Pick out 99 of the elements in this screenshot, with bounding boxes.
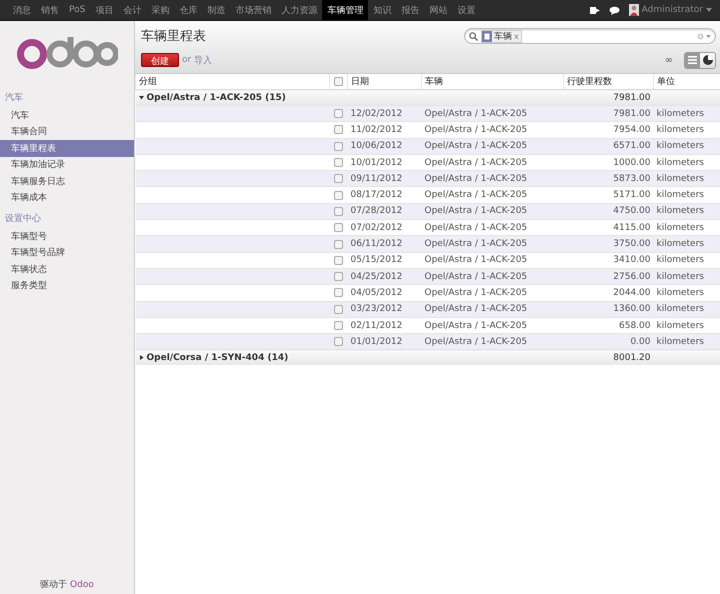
sidebar-item[interactable]: 车辆状态 [0,261,134,278]
facet-label: 车辆 [494,30,512,42]
table-cell: Opel/Astra / 1-ACK-205 [422,236,564,252]
avatar-icon [628,4,639,16]
table-cell: 06/11/2012 [348,236,422,252]
menu-tab[interactable]: 人力资源 [276,0,322,20]
row-checkbox[interactable] [334,109,343,118]
sidebar-item[interactable]: 车辆型号 [0,228,134,244]
row-checkbox[interactable] [334,272,343,282]
table-cell: Opel/Astra / 1-ACK-205 [422,170,564,187]
sidebar-section-title: 汽车 [4,92,24,105]
sidebar-item[interactable]: 车辆合同 [0,124,134,140]
group-total: 8001.20 [564,350,654,366]
table-cell: 0.00 [564,334,654,350]
or-text: or [182,55,192,65]
table-cell: 09/11/2012 [348,170,422,187]
table-cell: kilometers [654,170,720,187]
menu-tab[interactable]: 知识 [368,0,396,20]
row-checkbox[interactable] [334,304,343,314]
row-checkbox[interactable] [334,190,343,200]
menu-tab[interactable]: PoS [64,0,90,20]
table-cell: 4750.00 [564,203,654,220]
filter-icon [482,30,492,42]
menu-tab[interactable]: 项目 [90,0,118,20]
user-menu[interactable]: Administrator [642,5,703,15]
table-cell: Opel/Astra / 1-ACK-205 [422,106,564,122]
menu-tab[interactable]: 设置 [452,0,480,20]
table-cell: kilometers [654,138,720,154]
menu-tab[interactable]: 仓库 [174,0,202,20]
table-cell: Opel/Astra / 1-ACK-205 [422,301,564,318]
menu-tab[interactable]: 制造 [202,0,230,20]
sidebar-item[interactable]: 车辆里程表 [0,140,134,156]
table-cell: kilometers [654,236,720,252]
row-checkbox[interactable] [334,240,343,249]
create-button[interactable]: 创建 [141,53,179,67]
search-facet[interactable]: 车辆 x [481,30,522,42]
pager-text: ∞ [664,54,673,66]
logout-icon[interactable] [590,6,600,14]
table-cell: 3750.00 [564,236,654,252]
table-cell: Opel/Astra / 1-ACK-205 [422,334,564,350]
menu-tab[interactable]: 会计 [118,0,146,20]
table-cell: 12/02/2012 [348,106,422,122]
row-checkbox[interactable] [334,125,343,134]
search-icon [469,32,478,40]
page-title: 车辆里程表 [141,28,207,45]
row-checkbox[interactable] [334,337,343,346]
table-cell: 04/25/2012 [348,268,422,285]
row-checkbox[interactable] [334,223,343,232]
select-all-checkbox[interactable] [334,77,343,86]
row-checkbox[interactable] [334,206,343,216]
chat-icon[interactable] [608,6,620,14]
sidebar-item[interactable]: 车辆型号品牌 [0,244,134,261]
sidebar-section-title: 设置中心 [4,212,42,226]
table-cell: 7981.00 [564,106,654,122]
table-cell: Opel/Astra / 1-ACK-205 [422,138,564,154]
row-checkbox[interactable] [334,174,343,184]
row-checkbox[interactable] [334,158,343,168]
group-total: 7981.00 [564,90,654,106]
search-field[interactable]: 车辆 x [464,28,716,44]
table-cell: kilometers [654,106,720,122]
powered-by-text: 驱动于 Odoo [39,578,95,592]
facet-remove[interactable]: x [514,32,519,40]
list-icon [688,56,697,64]
table-cell: Opel/Astra / 1-ACK-205 [422,268,564,285]
sidebar-item[interactable]: 汽车 [0,107,134,124]
table-cell: 1360.00 [564,301,654,318]
menu-tab[interactable]: 报告 [396,0,424,20]
sidebar-item[interactable]: 车辆加油记录 [0,156,134,173]
table-cell: kilometers [654,301,720,318]
table-cell: kilometers [654,268,720,285]
menu-tab[interactable]: 市场营销 [230,0,276,20]
menu-tab[interactable]: 车辆管理 [322,0,368,20]
table-cell: 01/01/2012 [348,334,422,350]
caret-down-icon[interactable] [138,95,144,100]
menu-tab[interactable]: 消息 [8,0,36,20]
table-cell: kilometers [654,203,720,220]
table-cell: 5873.00 [564,170,654,187]
pie-icon [702,55,712,65]
table-cell: 6571.00 [564,138,654,154]
sidebar-item[interactable]: 车辆服务日志 [0,173,134,190]
caret-icon[interactable] [706,8,712,12]
row-checkbox[interactable] [334,256,343,265]
table-cell: 10/06/2012 [348,138,422,154]
table-cell: 2756.00 [564,268,654,285]
row-checkbox[interactable] [334,321,343,330]
sidebar-item[interactable]: 车辆成本 [0,190,134,206]
caret-right-icon[interactable] [138,355,144,360]
sidebar-item[interactable]: 服务类型 [0,278,134,294]
table-cell: 03/23/2012 [348,301,422,318]
table-cell: kilometers [654,334,720,350]
table-cell: Opel/Astra / 1-ACK-205 [422,203,564,220]
menu-tab[interactable]: 采购 [146,0,174,20]
menu-tab[interactable]: 网站 [424,0,452,20]
row-checkbox[interactable] [334,288,343,298]
options-icon[interactable] [697,32,711,40]
table-cell: 07/28/2012 [348,203,422,220]
graph-view-button[interactable] [700,52,715,68]
menu-tab[interactable]: 销售 [36,0,64,20]
row-checkbox[interactable] [334,142,343,151]
